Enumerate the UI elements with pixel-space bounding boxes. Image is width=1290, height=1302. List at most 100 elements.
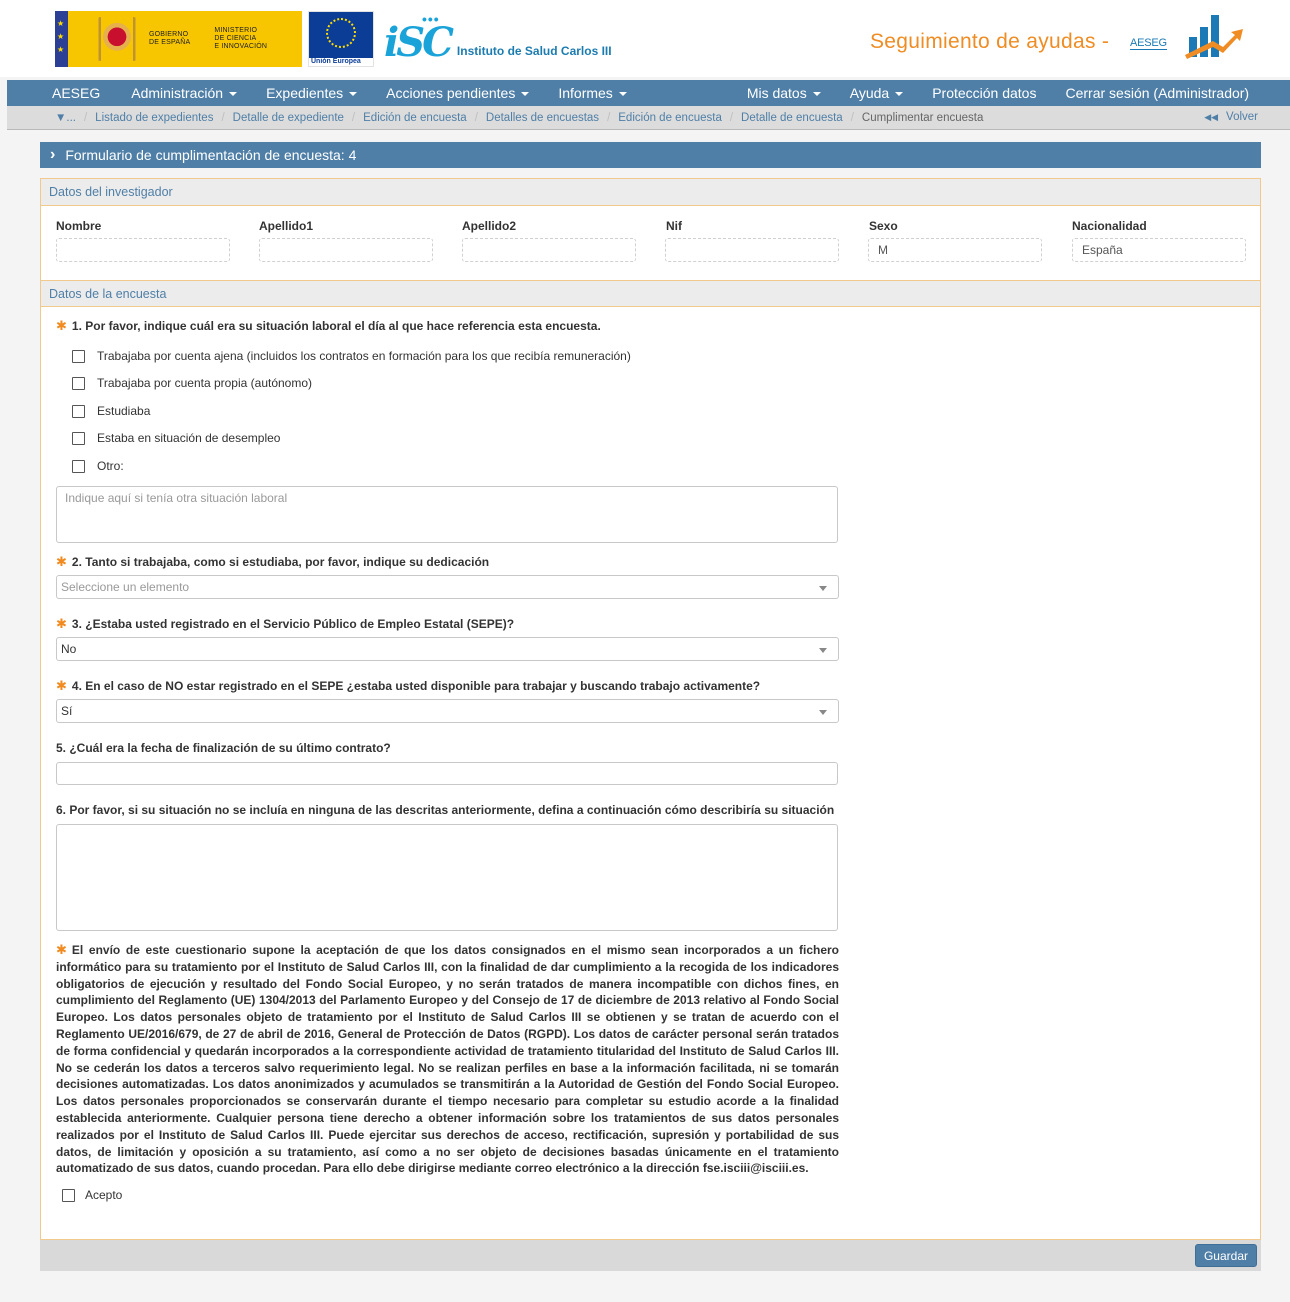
q1-other-textarea[interactable]: Indique aquí si tenía otra situación lab… (56, 486, 838, 543)
q3-select[interactable]: No (56, 637, 839, 661)
nav-proteccion-datos[interactable]: Protección datos (932, 85, 1036, 101)
label-apellido2: Apellido2 (462, 219, 517, 233)
eu-flag-strip-icon (55, 11, 68, 67)
nav-expedientes-label: Expedientes (266, 85, 344, 101)
nav-acciones-pendientes[interactable]: Acciones pendientes (386, 85, 530, 101)
field-nombre (56, 238, 230, 262)
q1-option-otro[interactable]: Otro: (72, 459, 124, 473)
nav-administracion[interactable]: Administración (131, 85, 238, 101)
accept-checkbox[interactable] (62, 1188, 75, 1202)
q5-date-input[interactable] (56, 762, 838, 785)
accept-label: Acepto (85, 1188, 123, 1202)
question-4-text: 4. En el caso de NO estar registrado en … (71, 679, 761, 693)
required-asterisk-icon: ✱ (56, 942, 67, 957)
breadcrumb: ▼... / Listado de expedientes / Detalle de… (7, 106, 1290, 130)
coat-of-arms-icon (95, 17, 139, 61)
q2-select[interactable]: Seleccione un elemento (56, 575, 839, 599)
option-label: Trabajaba por cuenta propia (autónomo) (97, 376, 313, 390)
nav-ayuda-label: Ayuda (849, 85, 890, 101)
chevron-right-icon: › (50, 146, 56, 163)
label-nif: Nif (666, 219, 682, 233)
accept-checkbox-row[interactable]: Acepto (62, 1188, 122, 1202)
app-title: Seguimiento de ayudas - (870, 30, 1110, 53)
checkbox[interactable] (72, 459, 85, 473)
isciii-dots-icon: ••• (422, 11, 440, 27)
nav-acciones-label: Acciones pendientes (386, 85, 516, 101)
nav-informes[interactable]: Informes (558, 85, 627, 101)
breadcrumb-root[interactable]: ▼... (55, 112, 76, 124)
question-2: ✱ 2. Tanto si trabajaba, como si estudiab… (56, 554, 489, 570)
nav-administracion-label: Administración (131, 85, 224, 101)
breadcrumb-item[interactable]: Detalle de expediente (233, 112, 344, 124)
eu-label: Unión Europea (311, 58, 361, 65)
nav-aeseg[interactable]: AESEG (52, 85, 100, 101)
q6-textarea[interactable] (56, 824, 838, 931)
breadcrumb-item[interactable]: Detalle de encuesta (741, 112, 843, 124)
breadcrumb-item[interactable]: Edición de encuesta (618, 112, 722, 124)
breadcrumb-active: Cumplimentar encuesta (861, 111, 984, 124)
ministerio-text: MINISTERIO DE CIENCIA E INNOVACIÓN (214, 27, 268, 50)
question-2-text: 2. Tanto si trabajaba, como si estudiaba… (71, 555, 490, 569)
required-asterisk-icon: ✱ (56, 616, 67, 631)
checkbox[interactable] (72, 349, 85, 363)
question-1-text: 1. Por favor, indique cuál era su situac… (71, 319, 601, 333)
form-panel: Datos del investigador Nombre Apellido1 … (40, 178, 1261, 1240)
breadcrumb-item[interactable]: Edición de encuesta (363, 112, 467, 124)
nav-ayuda[interactable]: Ayuda (849, 85, 904, 101)
chevron-down-icon (819, 586, 827, 591)
union-europea-logo: Unión Europea (308, 11, 374, 67)
section-encuesta: Datos de la encuesta (41, 280, 1260, 307)
isciii-logo: iSC ••• Instituto de Salud Carlos III (384, 11, 612, 66)
q3-selected: No (61, 642, 77, 656)
form-footer: Guardar (40, 1240, 1261, 1271)
caret-down-icon (521, 92, 530, 97)
q1-option-estudiaba[interactable]: Estudiaba (72, 404, 150, 418)
breadcrumb-item[interactable]: Listado de expedientes (95, 112, 213, 124)
label-apellido1: Apellido1 (259, 219, 314, 233)
isciii-mark: iSC (384, 19, 454, 66)
field-apellido2 (462, 238, 636, 262)
option-label: Estudiaba (97, 404, 151, 418)
required-asterisk-icon: ✱ (56, 678, 67, 693)
rewind-icon: ◀◀ (1204, 112, 1219, 122)
label-nombre: Nombre (56, 219, 102, 233)
required-asterisk-icon: ✱ (56, 318, 67, 333)
field-apellido1 (259, 238, 433, 262)
option-label: Otro: (97, 459, 124, 473)
app-badge: AESEG (1130, 37, 1167, 50)
field-sexo: M (868, 238, 1042, 262)
save-button[interactable]: Guardar (1194, 1244, 1257, 1267)
eu-flag-icon (309, 12, 373, 58)
breadcrumb-item[interactable]: Detalles de encuestas (486, 112, 599, 124)
nav-expedientes[interactable]: Expedientes (266, 85, 358, 101)
caret-down-icon (895, 92, 904, 97)
form-title-bar[interactable]: › Formulario de cumplimentación de encue… (40, 142, 1261, 168)
q1-option-cuenta-propia[interactable]: Trabajaba por cuenta propia (autónomo) (72, 376, 312, 390)
back-label: Volver (1226, 111, 1258, 123)
chevron-down-icon (819, 710, 827, 715)
caret-down-icon (618, 92, 627, 97)
question-5: 5. ¿Cuál era la fecha de finalización de… (56, 741, 391, 755)
back-link[interactable]: ◀◀ Volver (1204, 111, 1258, 123)
checkbox[interactable] (72, 404, 85, 418)
option-label: Trabajaba por cuenta ajena (incluidos lo… (97, 349, 631, 363)
nav-cerrar-sesion[interactable]: Cerrar sesión (Administrador) (1065, 85, 1249, 101)
checkbox[interactable] (72, 431, 85, 445)
nav-informes-label: Informes (558, 85, 613, 101)
bar-chart-arrow-icon (1185, 15, 1243, 59)
chevron-down-icon (819, 648, 827, 653)
checkbox[interactable] (72, 376, 85, 390)
legal-text: El envío de este cuestionario supone la … (56, 943, 839, 1176)
question-1: ✱ 1. Por favor, indique cuál era su situa… (56, 318, 601, 334)
gobierno-text: GOBIERNO DE ESPAÑA (149, 31, 191, 46)
legal-notice: ✱ El envío de este cuestionario supone la… (56, 942, 839, 1177)
question-6-text: 6. Por favor, si su situación no se incl… (56, 803, 835, 817)
caret-down-icon (812, 92, 821, 97)
page: GOBIERNO DE ESPAÑA MINISTERIO DE CIENCIA… (0, 0, 1290, 1302)
form-title: Formulario de cumplimentación de encuest… (65, 147, 357, 163)
q1-option-desempleo[interactable]: Estaba en situación de desempleo (72, 431, 280, 445)
q1-option-cuenta-ajena[interactable]: Trabajaba por cuenta ajena (incluidos lo… (72, 349, 631, 363)
q4-select[interactable]: Sí (56, 699, 839, 723)
section-investigador: Datos del investigador (41, 179, 1260, 206)
nav-mis-datos[interactable]: Mis datos (747, 85, 821, 101)
